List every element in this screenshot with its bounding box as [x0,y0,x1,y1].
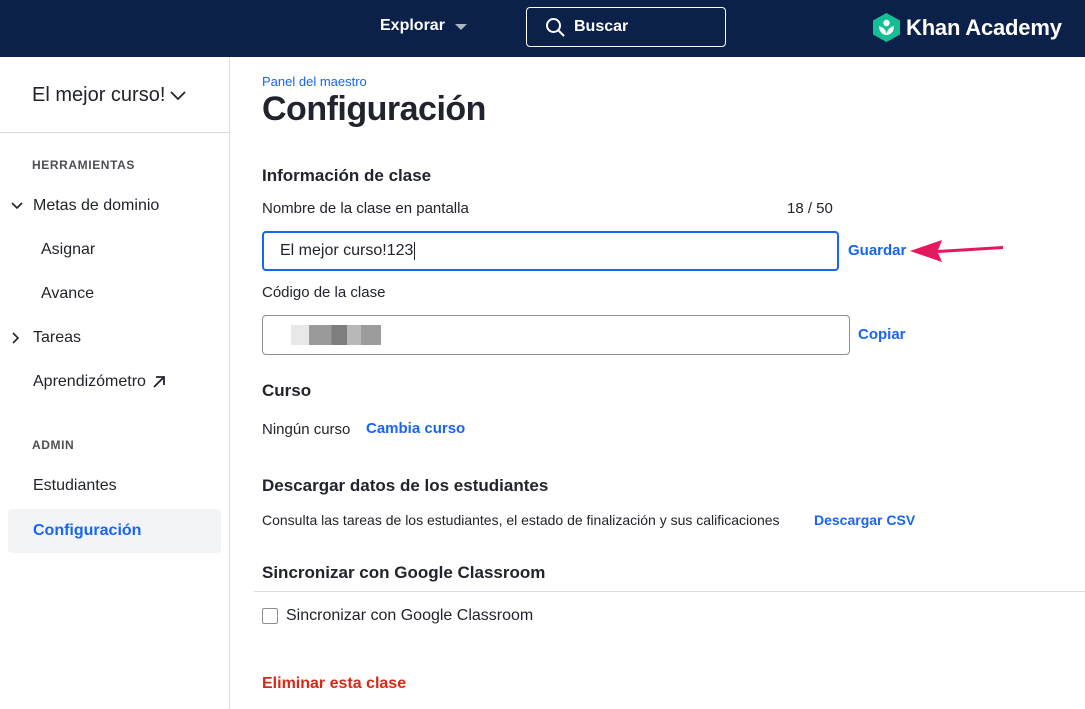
tools-section-label: HERRAMIENTAS [32,158,135,172]
class-name-input-value: El mejor curso!123 [280,242,414,259]
sidebar-item-label: Avance [41,285,95,302]
download-csv-link[interactable]: Descargar CSV [814,512,915,528]
search-icon [546,18,565,37]
sidebar-item-mastery-goals[interactable]: Metas de dominio [11,197,160,215]
top-navigation-bar: Explorar Buscar Khan Academy [0,0,1085,57]
admin-section-label: ADMIN [32,438,75,452]
course-value: Ningún curso [262,421,351,438]
chevron-right-icon [12,332,20,344]
class-info-heading: Información de clase [262,166,432,185]
delete-class-button[interactable]: Eliminar esta clase [262,675,406,693]
class-name-label: Nombre de la clase en pantalla [262,200,469,217]
text-cursor [414,242,416,260]
sidebar-item-settings[interactable]: Configuración [8,509,221,553]
sidebar-item-learnometer[interactable]: Aprendizómetro [33,373,166,391]
sidebar-item-label: Configuración [33,522,142,539]
course-heading: Curso [262,381,312,400]
download-description: Consulta las tareas de los estudiantes, … [262,512,780,528]
character-counter: 18 / 50 [787,200,833,217]
section-divider [254,591,1085,592]
chevron-down-icon [170,90,187,100]
logo-text: Khan Academy [906,14,1062,40]
class-name: El mejor curso! [32,84,166,106]
save-button[interactable]: Guardar [848,242,906,259]
google-classroom-sync-label: Sincronizar con Google Classroom [286,607,534,624]
class-code-label: Código de la clase [262,284,386,301]
sidebar-item-label: Aprendizómetro [33,373,146,390]
google-classroom-sync-row[interactable]: Sincronizar con Google Classroom [262,607,533,625]
copy-button[interactable]: Copiar [858,326,906,343]
search-button[interactable]: Buscar [526,7,726,47]
sidebar-item-progress[interactable]: Avance [41,285,94,303]
sidebar-item-students[interactable]: Estudiantes [33,477,117,495]
redacted-class-code [291,325,381,345]
sidebar-item-assign[interactable]: Asignar [41,241,95,259]
caret-down-icon [454,24,467,30]
google-classroom-heading: Sincronizar con Google Classroom [262,563,546,582]
khan-academy-logo-icon [873,13,900,42]
chevron-down-icon [11,202,23,210]
search-label: Buscar [574,18,629,35]
google-classroom-sync-checkbox[interactable] [262,608,278,624]
sidebar-item-label: Asignar [41,241,96,258]
class-selector-dropdown[interactable]: El mejor curso! [32,84,187,107]
khan-academy-logo[interactable]: Khan Academy [873,13,1062,42]
breadcrumb[interactable]: Panel del maestro [262,74,367,89]
external-link-icon [153,376,165,388]
sidebar-item-label: Metas de dominio [33,197,160,214]
class-code-field[interactable] [262,315,850,355]
explore-menu-button[interactable]: Explorar [380,17,467,35]
sidebar-item-assignments[interactable]: Tareas [12,329,82,347]
annotation-arrow-icon [910,240,1003,262]
sidebar-item-label: Estudiantes [33,477,117,494]
change-course-link[interactable]: Cambia curso [366,420,465,437]
explore-label: Explorar [380,17,445,34]
download-data-heading: Descargar datos de los estudiantes [262,476,549,495]
sidebar: El mejor curso! HERRAMIENTAS Metas de do… [0,57,230,709]
sidebar-divider [0,132,229,133]
page-title: Configuración [262,90,486,128]
sidebar-item-label: Tareas [33,329,82,346]
class-name-input[interactable]: El mejor curso!123 [262,231,839,271]
